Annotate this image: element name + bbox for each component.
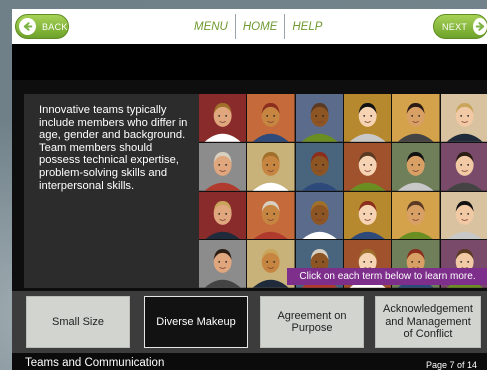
- portrait-tile: [343, 94, 392, 142]
- portrait-tile: [295, 94, 343, 142]
- terms-bar: Small Size Diverse Makeup Agreement on P…: [12, 291, 487, 353]
- arrow-right-icon: [473, 18, 487, 35]
- back-button[interactable]: BACK: [15, 14, 69, 39]
- arrow-left-icon: [19, 18, 36, 35]
- course-title: Teams and Communication: [25, 357, 165, 369]
- portrait-tile: [295, 191, 343, 240]
- page-indicator: Page 7 of 14: [426, 360, 478, 370]
- instruction-caption: Click on each term below to learn more.: [287, 268, 487, 285]
- slide-content: Innovative teams typically include membe…: [12, 80, 487, 300]
- term-small-size[interactable]: Small Size: [26, 296, 130, 348]
- home-link[interactable]: HOME: [236, 21, 285, 33]
- portrait-tile: [295, 142, 343, 191]
- term-diverse-makeup[interactable]: Diverse Makeup: [144, 296, 248, 348]
- portrait-tile: [392, 191, 440, 240]
- course-player: BACK MENU HOME HELP NEXT Innovative team…: [12, 9, 487, 370]
- portrait-tile: [199, 94, 247, 142]
- intro-text: Innovative teams typically include membe…: [39, 104, 188, 192]
- portrait-tile: [392, 142, 440, 191]
- portrait-tile: [199, 142, 247, 191]
- back-label: BACK: [42, 21, 68, 32]
- portrait-mosaic: [199, 94, 487, 288]
- portrait-tile: [440, 191, 487, 240]
- team-faces-photo: Click on each term below to learn more.: [199, 94, 487, 288]
- footer-bar: Teams and Communication Page 7 of 14: [12, 353, 487, 370]
- intro-panel: Innovative teams typically include membe…: [24, 94, 199, 288]
- portrait-tile: [247, 142, 295, 191]
- term-agreement-on-purpose[interactable]: Agreement on Purpose: [260, 296, 364, 348]
- title-band: [12, 44, 487, 80]
- portrait-tile: [343, 142, 392, 191]
- portrait-tile: [247, 94, 295, 142]
- portrait-tile: [440, 94, 487, 142]
- help-link[interactable]: HELP: [285, 21, 329, 33]
- portrait-tile: [199, 240, 247, 288]
- menu-link[interactable]: MENU: [187, 21, 235, 33]
- next-label: NEXT: [442, 21, 468, 32]
- portrait-tile: [392, 94, 440, 142]
- portrait-tile: [440, 142, 487, 191]
- next-button[interactable]: NEXT: [433, 14, 487, 39]
- portrait-tile: [199, 191, 247, 240]
- main-nav: MENU HOME HELP: [187, 9, 329, 44]
- portrait-tile: [247, 191, 295, 240]
- term-acknowledgement-and-management-of-conflict[interactable]: Acknowledgement and Management of Confli…: [375, 296, 481, 348]
- portrait-tile: [343, 191, 392, 240]
- top-nav-bar: BACK MENU HOME HELP NEXT: [12, 9, 487, 44]
